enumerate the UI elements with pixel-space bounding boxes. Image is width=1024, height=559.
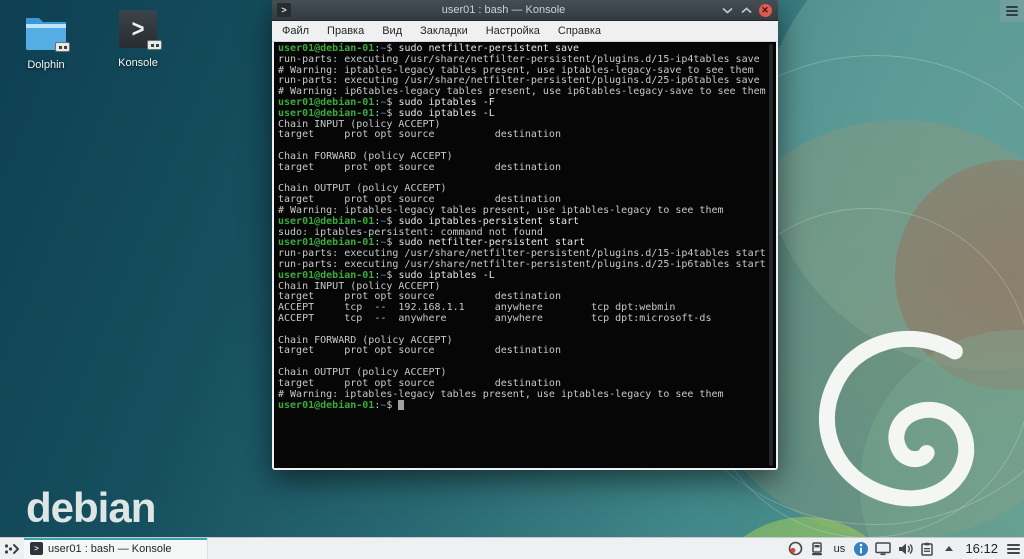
desktop-icon-konsole[interactable]: > Konsole <box>100 10 176 69</box>
menu-item-0[interactable]: Файл <box>282 25 309 37</box>
konsole-task-icon: > <box>30 542 43 555</box>
terminal-line: # Warning: iptables-legacy tables presen… <box>278 388 724 400</box>
panel-menu-button[interactable] <box>1006 541 1020 557</box>
window-titlebar[interactable]: > user01 : bash — Konsole ✕ <box>272 0 778 21</box>
device-notifier-icon[interactable] <box>809 541 825 557</box>
caret-up-icon <box>945 546 954 551</box>
hamburger-icon <box>1006 4 1018 18</box>
app-launcher-button[interactable] <box>0 538 24 559</box>
window-title: user01 : bash — Konsole <box>441 4 566 16</box>
terminal-frame: user01@debian-01:~$ sudo netfilter-persi… <box>272 42 778 470</box>
system-tray: us 16:12 <box>787 538 1024 559</box>
volume-icon[interactable] <box>897 541 913 557</box>
menu-item-4[interactable]: Настройка <box>486 25 540 37</box>
konsole-window: > user01 : bash — Konsole ✕ Файл Правка Ви… <box>272 0 778 470</box>
desktop: debian Dolphin > Konsole > user01 : bash… <box>0 0 1024 559</box>
shortcut-emblem-icon <box>147 40 162 50</box>
keyboard-layout-indicator[interactable]: us <box>831 541 847 557</box>
hamburger-icon <box>1006 542 1020 556</box>
clipboard-icon[interactable] <box>919 541 935 557</box>
terminal-line: target prot opt source destination <box>278 161 561 173</box>
taskbar-task-konsole[interactable]: > user01 : bash — Konsole <box>24 537 208 559</box>
terminal-line: ACCEPT tcp -- anywhere anywhere tcp dpt:… <box>278 312 712 324</box>
terminal-line: target prot opt source destination <box>278 129 561 141</box>
menu-item-1[interactable]: Правка <box>327 25 364 37</box>
debian-swirl-logo <box>818 330 975 507</box>
close-icon: ✕ <box>758 3 772 17</box>
desktop-icon-dolphin[interactable]: Dolphin <box>8 12 84 71</box>
app-launcher-icon <box>4 543 19 554</box>
maximize-button[interactable] <box>738 2 754 18</box>
menu-item-2[interactable]: Вид <box>382 25 402 37</box>
minimize-button[interactable] <box>719 2 735 18</box>
media-status-icon[interactable] <box>787 541 803 557</box>
menu-item-3[interactable]: Закладки <box>420 25 468 37</box>
info-icon[interactable] <box>853 541 869 557</box>
menu-bar: Файл Правка Вид Закладки Настройка Справка <box>272 21 778 42</box>
terminal-body[interactable]: user01@debian-01:~$ sudo netfilter-persi… <box>274 42 776 468</box>
terminal-scrollbar[interactable] <box>769 44 773 466</box>
folder-icon <box>24 12 70 52</box>
menu-item-5[interactable]: Справка <box>558 25 601 37</box>
clock[interactable]: 16:12 <box>963 541 1000 556</box>
shortcut-emblem-icon <box>55 42 70 52</box>
desktop-icon-label: Konsole <box>118 57 158 69</box>
desktop-icon-label: Dolphin <box>27 59 65 71</box>
taskbar: > user01 : bash — Konsole us 16:12 <box>0 537 1024 559</box>
terminal-line: target prot opt source destination <box>278 345 561 357</box>
terminal-line: user01@debian-01:~$ <box>278 400 776 412</box>
terminal-cursor <box>398 400 405 411</box>
task-label: user01 : bash — Konsole <box>48 542 172 555</box>
desktop-toolbox-button[interactable] <box>1000 0 1024 22</box>
tray-expand-button[interactable] <box>941 541 957 557</box>
close-button[interactable]: ✕ <box>757 2 773 18</box>
debian-wordmark: debian <box>26 484 156 531</box>
konsole-window-icon: > <box>277 3 291 17</box>
terminal-icon: > <box>116 10 162 50</box>
display-icon[interactable] <box>875 541 892 557</box>
